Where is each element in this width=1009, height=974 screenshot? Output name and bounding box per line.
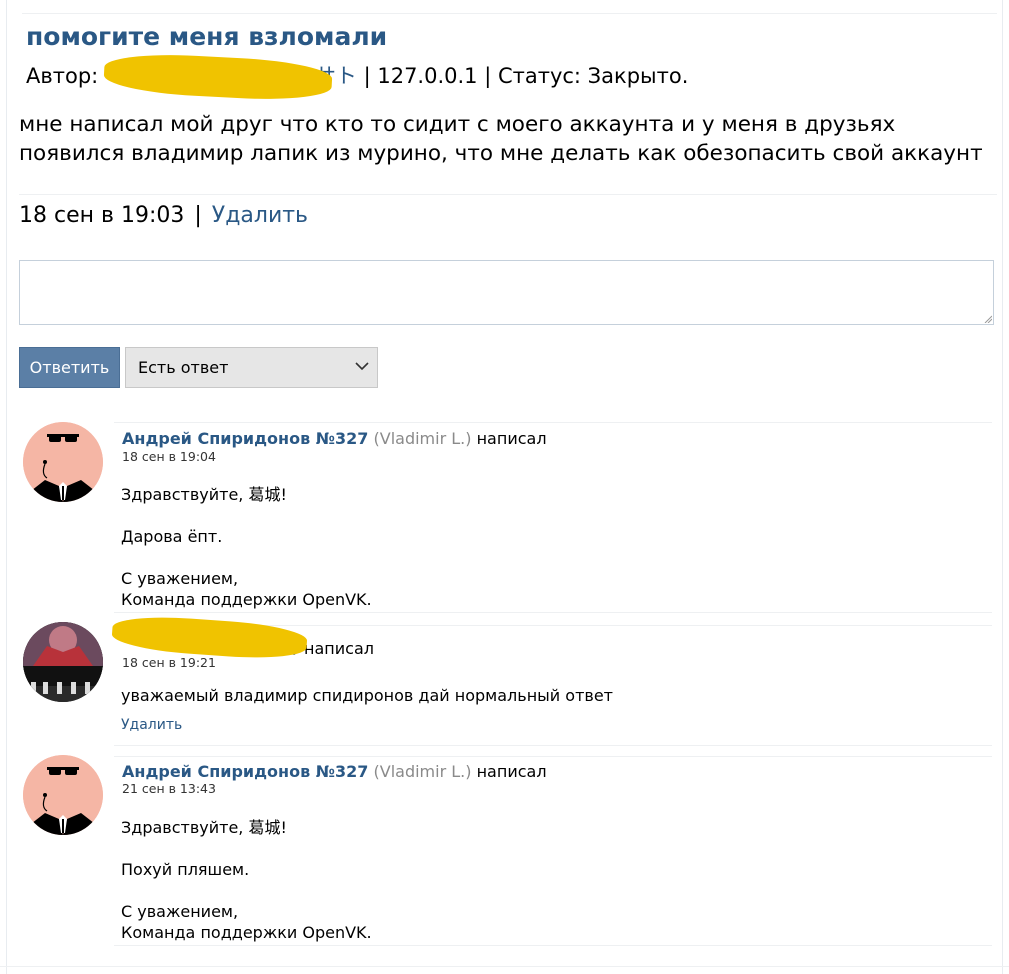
comment-author-alias: (Vladimir L.) [373, 429, 472, 448]
comment-text: уважаемый владимир спидиронов дай нормал… [121, 686, 613, 705]
status-select[interactable]: Есть ответ [125, 347, 378, 388]
author-label: Автор: [26, 64, 99, 88]
comment-divider [114, 756, 992, 757]
topic-body: мне написал мой друг что кто то сидит с … [19, 112, 983, 166]
agent-avatar-icon[interactable] [23, 422, 103, 502]
comment-author-alias: (Vladimir L.) [373, 762, 472, 781]
author-redaction [103, 51, 333, 103]
frame-border-left [6, 0, 7, 974]
resize-handle-icon[interactable] [984, 315, 992, 323]
comment-wrote: написал [476, 429, 547, 448]
user-avatar-icon[interactable] [23, 622, 103, 702]
bottom-divider [0, 966, 1009, 967]
topic-date: 18 сен в 19:03 [19, 203, 185, 228]
topic-title: помогите меня взломали [26, 22, 388, 51]
frame-border-right [1002, 0, 1003, 974]
comment-text: Здравствуйте, 葛城! Дарова ёпт. С уважение… [121, 485, 372, 609]
separator: | [194, 203, 202, 228]
comment-author-link[interactable]: Андрей Спиридонов №327 [122, 429, 368, 448]
reply-textarea[interactable] [19, 260, 994, 325]
comment-divider [114, 422, 992, 423]
comment-date: 18 сен в 19:21 [122, 655, 216, 670]
delete-comment-link[interactable]: Удалить [121, 717, 182, 733]
comment-divider [114, 945, 992, 946]
comment-date: 21 сен в 13:43 [122, 781, 216, 796]
chevron-down-icon [355, 362, 369, 371]
status-select-value: Есть ответ [138, 358, 229, 377]
comment-author-link[interactable]: Андрей Спиридонов №327 [122, 762, 368, 781]
topic-date-row: 18 сен в 19:03 | Удалить [19, 203, 308, 228]
comment-wrote: написал [304, 639, 374, 658]
comment-divider [114, 612, 992, 613]
comment-author-line: Андрей Спиридонов №327 (Vladimir L.) нап… [122, 429, 547, 448]
delete-topic-link[interactable]: Удалить [212, 203, 308, 228]
comment-divider [114, 745, 992, 746]
agent-avatar-icon[interactable] [23, 755, 103, 835]
top-divider [22, 13, 997, 14]
comment-text: Здравствуйте, 葛城! Похуй пляшем. С уважен… [121, 818, 372, 942]
body-divider [19, 194, 997, 195]
comment-wrote: написал [476, 762, 547, 781]
comment-author-line: Андрей Спиридонов №327 (Vladimir L.) нап… [122, 762, 547, 781]
comment-date: 18 сен в 19:04 [122, 449, 216, 464]
topic-meta-rest: | 127.0.0.1 | Статус: Закрыто. [356, 64, 689, 88]
reply-submit-button[interactable]: Ответить [19, 347, 120, 388]
